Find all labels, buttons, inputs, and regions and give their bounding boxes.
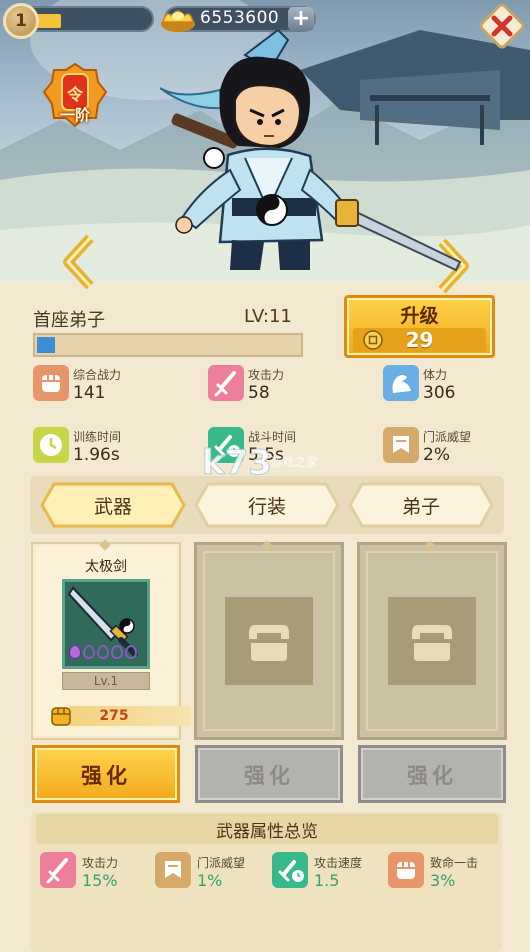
rank-seal-char: 令: [66, 85, 84, 104]
sword-icon: [208, 365, 244, 401]
summary-stat-value: 15%: [82, 871, 118, 890]
add-gold-button[interactable]: +: [288, 7, 314, 31]
tab-weapon[interactable]: 武器: [40, 482, 186, 528]
summary-stat-label: 门派威望: [197, 856, 246, 870]
lock-icon: [249, 625, 289, 661]
summary-stat-attack: 攻击力 15%: [40, 852, 160, 892]
summary-stat-attack-speed: 攻击速度 1.5: [272, 852, 392, 892]
summary-stat-prestige: 门派威望 1%: [155, 852, 275, 892]
star-icon: [83, 645, 95, 659]
strengthen-label: 强化: [81, 764, 131, 788]
disciple-title: 首座弟子: [33, 310, 105, 331]
lock-icon: [412, 625, 452, 661]
summary-stat-label: 攻击速度: [314, 856, 363, 870]
summary-stat-value: 1.5: [314, 871, 340, 890]
summary-stat-label: 攻击力: [82, 856, 119, 870]
card-ornament: [424, 540, 436, 552]
stat-label: 综合战力: [73, 368, 122, 382]
summary-title: 武器属性总览: [216, 822, 318, 842]
player-level-progress: [36, 14, 61, 28]
card-ornament: [261, 540, 273, 552]
disciple-exp-bar: [33, 333, 303, 357]
disciple-level: LV:11: [244, 306, 292, 327]
stat-attack: 攻击力 58: [208, 365, 358, 415]
card-ornament: [99, 539, 111, 551]
weapon-power-value: 275: [99, 708, 129, 724]
sword-clock-icon: [272, 852, 308, 888]
summary-stat-value: 3%: [430, 871, 456, 890]
strengthen-label: 强化: [244, 764, 294, 788]
tab-label: 行装: [247, 496, 286, 518]
lock-plate: [388, 597, 476, 685]
weapon-power: 275: [51, 706, 191, 726]
upgrade-button[interactable]: 升级 29: [344, 295, 495, 358]
stat-combat-power: 综合战力 141: [33, 365, 183, 415]
strengthen-label: 强化: [407, 764, 457, 788]
coin-icon: [363, 330, 383, 350]
banner-icon: [155, 852, 191, 888]
stat-value: 1.96s: [73, 445, 120, 465]
player-level-badge: 1: [3, 3, 39, 39]
strengthen-button-disabled[interactable]: 强化: [195, 745, 343, 803]
tab-label: 武器: [93, 496, 132, 518]
summary-stat-value: 1%: [197, 871, 223, 890]
weapon-level: Lv.1: [62, 672, 150, 690]
stat-label: 门派威望: [423, 430, 472, 444]
disciple-character: [160, 30, 462, 272]
star-icon: [69, 645, 81, 659]
stat-label: 体力: [423, 368, 448, 382]
weapon-name: 太极剑: [85, 559, 127, 575]
stat-stamina: 体力 306: [383, 365, 530, 415]
watermark-subtext: 游戏之家: [270, 454, 318, 469]
stat-value: 2%: [423, 445, 450, 465]
banner-icon: [383, 427, 419, 463]
arm-icon: [383, 365, 419, 401]
stat-value: 141: [73, 383, 106, 403]
tab-disciples[interactable]: 弟子: [348, 482, 494, 528]
clock-icon: [33, 427, 69, 463]
stat-value: 306: [423, 383, 456, 403]
rank-label: 一阶: [59, 106, 90, 124]
tab-equipment[interactable]: 行装: [194, 482, 340, 528]
disciple-exp-fill: [37, 337, 55, 353]
stat-label: 训练时间: [73, 430, 122, 444]
previous-disciple-button[interactable]: [58, 232, 102, 292]
upgrade-label: 升级: [400, 305, 439, 327]
weapon-slot-locked[interactable]: [194, 540, 344, 740]
fist-icon: [388, 852, 424, 888]
star-icon: [111, 645, 123, 659]
weapon-card[interactable]: 太极剑 Lv.1 275: [31, 539, 191, 740]
close-button[interactable]: [478, 2, 526, 50]
weapon-stars: [69, 644, 149, 662]
weapon-slot-locked[interactable]: [357, 540, 507, 740]
sword-icon: [40, 852, 76, 888]
gold-amount: 6553600: [200, 8, 280, 28]
summary-stat-critical: 致命一击 3%: [388, 852, 508, 892]
lock-plate: [225, 597, 313, 685]
stat-value: 58: [248, 383, 270, 403]
strengthen-button[interactable]: 强化: [32, 745, 180, 803]
fist-icon: [33, 365, 69, 401]
star-icon: [125, 645, 137, 659]
tab-label: 弟子: [401, 496, 440, 518]
upgrade-cost: 29: [353, 328, 486, 352]
strengthen-button-disabled[interactable]: 强化: [358, 745, 506, 803]
summary-stat-label: 致命一击: [430, 856, 479, 870]
stat-label: 攻击力: [248, 368, 285, 382]
star-icon: [97, 645, 109, 659]
stat-sect-prestige: 门派威望 2%: [383, 427, 530, 477]
weapon-image: [62, 579, 150, 669]
hero-scene: 1 6553600 + 令 一阶: [0, 0, 530, 300]
stat-training-time: 训练时间 1.96s: [33, 427, 183, 477]
